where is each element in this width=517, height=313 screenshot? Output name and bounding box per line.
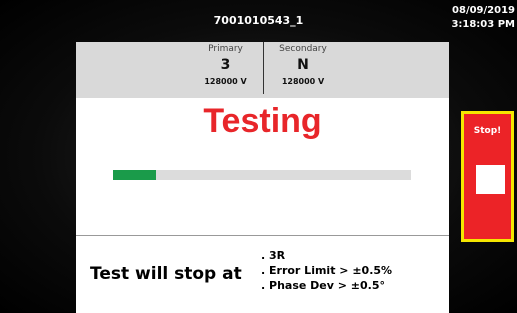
primary-label: Primary [208,44,243,54]
stop-conditions-list: . 3R . Error Limit > ±0.5% . Phase Dev >… [261,248,392,293]
stop-condition-item: . 3R [261,249,286,262]
stop-condition-item: . Error Limit > ±0.5% [261,264,393,277]
ratio-header: Primary 3 128000 V Secondary N 128000 V [76,42,449,98]
datetime: 08/09/2019 3:18:03 PM [451,4,515,32]
progress-bar [113,170,411,180]
secondary-value: N [297,57,309,73]
test-panel: Primary 3 128000 V Secondary N 128000 V … [76,42,449,313]
secondary-label: Secondary [279,44,327,54]
progress-fill [113,170,157,180]
primary-voltage: 128000 V [204,77,247,86]
device-id: 7001010543_1 [213,14,304,27]
time: 3:18:03 PM [451,19,515,30]
date: 08/09/2019 [452,5,515,16]
stop-button-label: Stop! [473,126,502,136]
stop-button[interactable]: Stop! [461,111,514,242]
stop-conditions: Test will stop at . 3R . Error Limit > ±… [76,235,449,313]
secondary-voltage: 128000 V [281,77,325,86]
stop-square-icon [476,165,505,194]
stop-conditions-title: Test will stop at [90,264,242,284]
primary-value: 3 [220,57,231,73]
stop-condition-item: . Phase Dev > ±0.5° [261,279,386,292]
primary-column: Primary 3 128000 V [188,42,263,98]
status-text: Testing [203,102,322,140]
secondary-column: Secondary N 128000 V [263,42,343,98]
